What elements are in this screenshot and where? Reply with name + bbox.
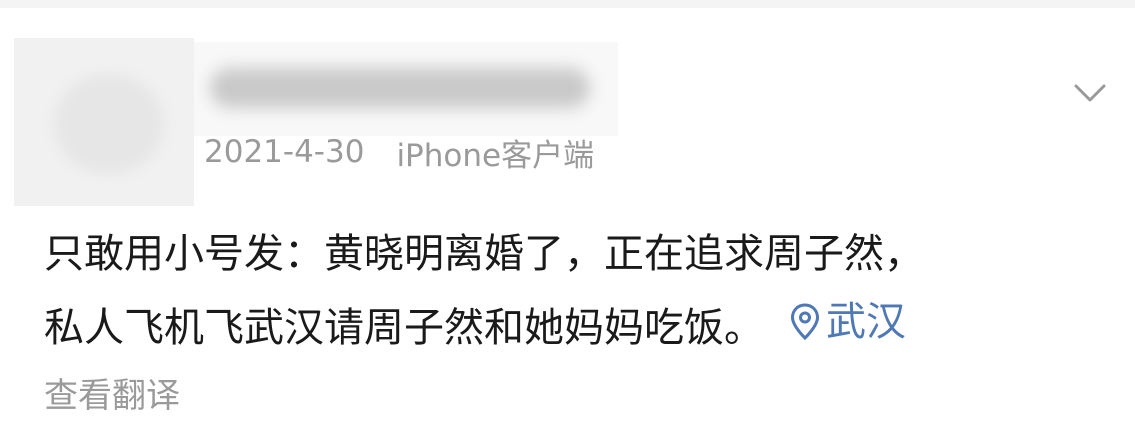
post-card: 2021-4-30 iPhone客户端 只敢用小号发：黄晓明离婚了，正在追求周子…	[0, 8, 1135, 447]
post-text-line-2-content: 私人飞机飞武汉请周子然和她妈妈吃饭。	[44, 305, 764, 351]
chevron-down-icon	[1074, 84, 1106, 102]
post-date: 2021-4-30	[204, 134, 365, 170]
location-link[interactable]: 武汉	[790, 288, 906, 356]
post-meta: 2021-4-30 iPhone客户端	[204, 132, 595, 174]
more-options-button[interactable]	[1070, 78, 1110, 108]
location-pin-icon	[790, 303, 820, 341]
post-text-line-1: 只敢用小号发：黄晓明离婚了，正在追求周子然，	[44, 231, 924, 277]
location-label: 武汉	[826, 299, 906, 345]
translate-button[interactable]: 查看翻译	[44, 368, 180, 417]
post-text-line-2: 私人飞机飞武汉请周子然和她妈妈吃饭。 武汉	[44, 288, 1104, 356]
top-divider	[0, 0, 1135, 8]
username[interactable]	[194, 42, 618, 136]
post-client: iPhone客户端	[396, 137, 595, 174]
avatar-blurred-image	[54, 74, 164, 174]
post-body: 只敢用小号发：黄晓明离婚了，正在追求周子然， 私人飞机飞武汉请周子然和她妈妈吃饭…	[44, 220, 1104, 356]
avatar[interactable]	[14, 38, 194, 206]
username-blurred-text	[210, 68, 590, 108]
